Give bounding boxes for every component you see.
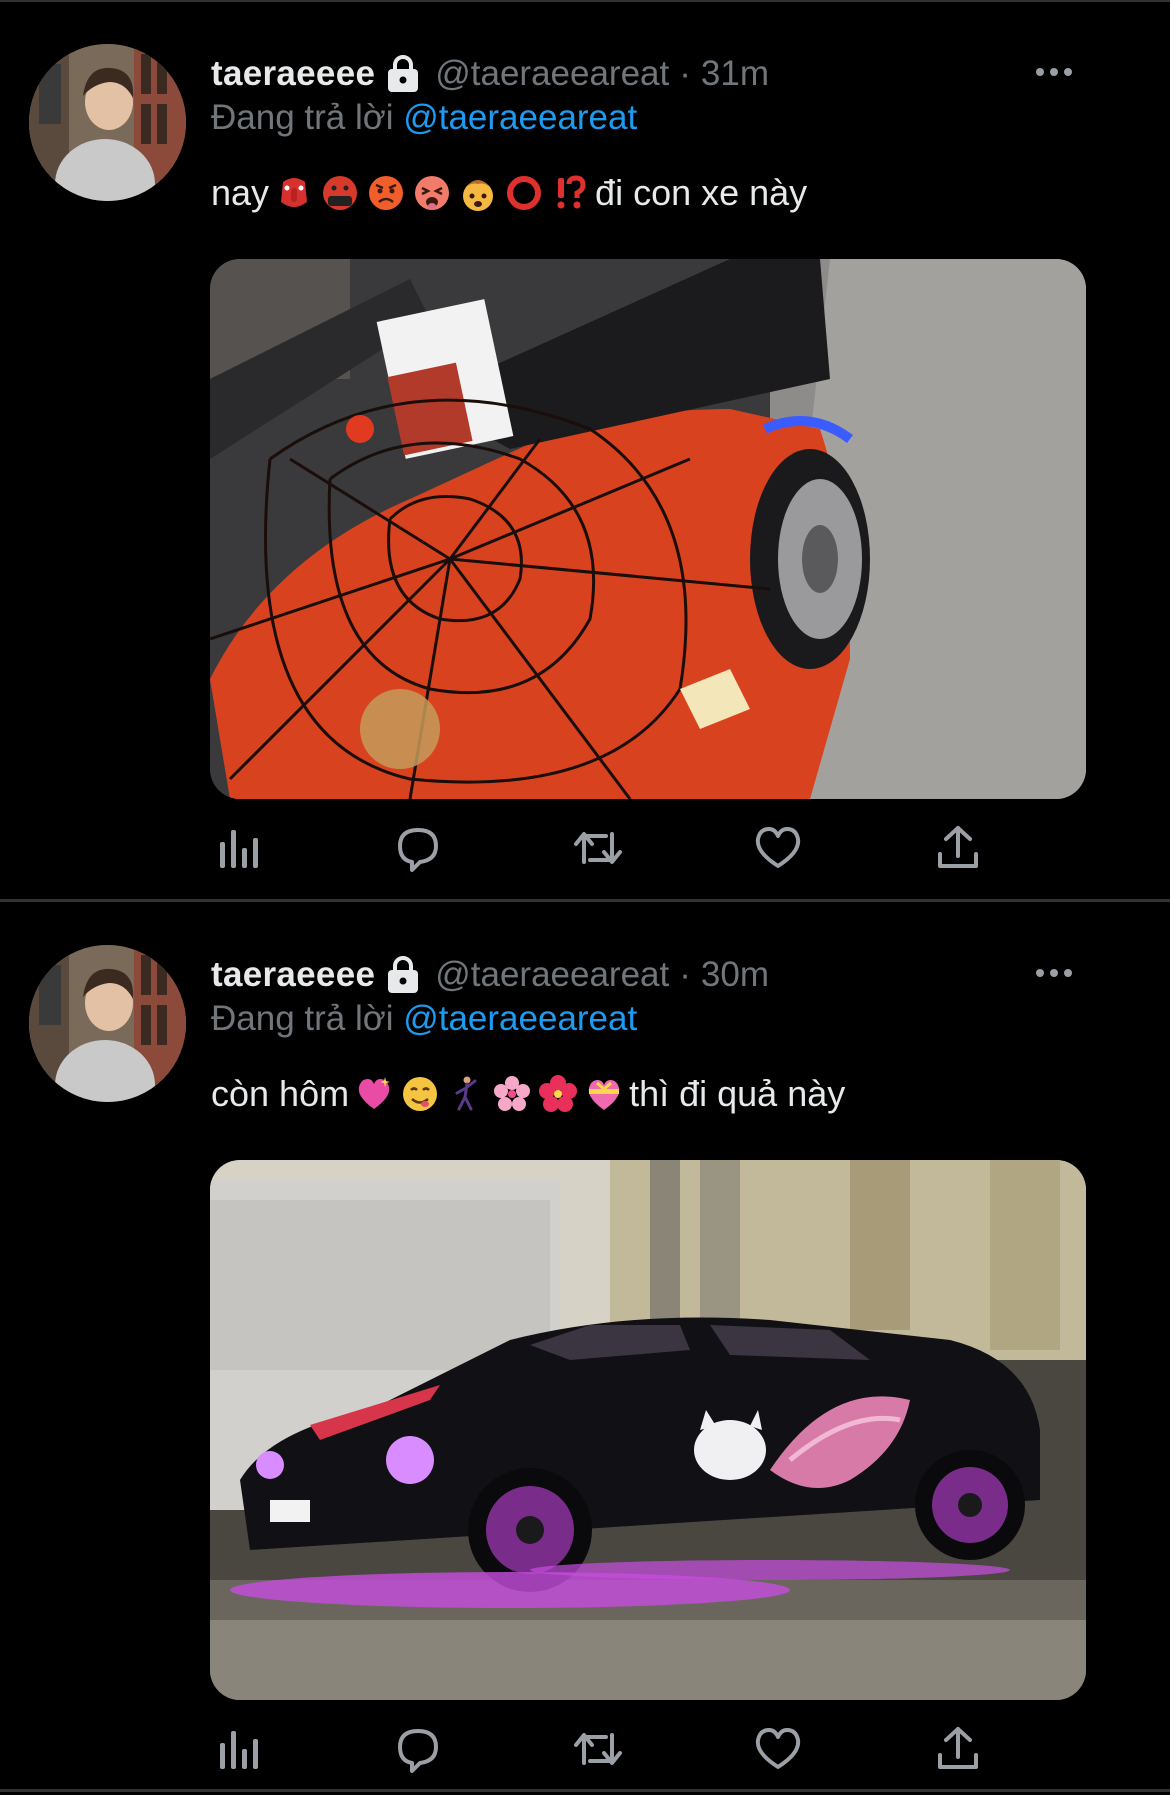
reply-mention-link[interactable]: @taeraeeareat [403,999,637,1038]
tweet-text: còn hôm thì đi quả này [211,1073,845,1115]
avatar[interactable] [29,945,186,1102]
tweet-text: nay đi con xe này [211,172,807,214]
display-name[interactable]: taeraeeee [211,54,375,94]
cursing-face-icon [321,174,359,212]
dancing-man-icon [447,1075,485,1113]
handle[interactable]: @taeraeeareat [435,955,669,995]
separator-dot: · [679,54,691,93]
tweet-actions [210,822,1010,882]
timestamp[interactable]: 30m [701,955,769,995]
angry-face-icon [367,174,405,212]
more-options-icon[interactable] [1034,60,1074,84]
sparkling-heart-icon [355,1075,393,1113]
tweet-header: taeraeeee @taeraeeareat · 30m [211,950,769,1000]
timestamp[interactable]: 31m [701,54,769,94]
tweet[interactable]: taeraeeee @taeraeeareat · 31m Đang trả l… [0,2,1170,900]
reply-icon[interactable] [392,822,444,874]
tweet-text-before: nay [211,172,270,213]
heart-ribbon-icon [585,1075,623,1113]
tweet-actions [210,1723,1010,1783]
yum-face-icon [401,1075,439,1113]
cherry-blossom-icon [493,1075,531,1113]
reply-context: Đang trả lời @taeraeeareat [211,98,637,138]
display-name[interactable]: taeraeeee [211,955,375,995]
retweet-icon[interactable] [572,822,624,874]
interrobang-icon [551,174,589,212]
tired-face-icon [413,174,451,212]
lock-icon [385,955,421,995]
tweet-text-before: còn hôm [211,1073,350,1114]
reply-prefix: Đang trả lời [211,98,394,137]
views-icon[interactable] [214,1723,266,1775]
tweet-header: taeraeeee @taeraeeareat · 31m [211,49,769,99]
tweet-media-image[interactable] [210,1160,1086,1700]
emoji-row [275,174,589,212]
handle[interactable]: @taeraeeareat [435,54,669,94]
emoji-row [355,1075,623,1113]
reply-icon[interactable] [392,1723,444,1775]
tweet-text-after: thì đi quả này [629,1073,846,1114]
share-icon[interactable] [932,1723,984,1775]
tweet-text-after: đi con xe này [595,172,808,213]
more-options-icon[interactable] [1034,961,1074,985]
reply-mention-link[interactable]: @taeraeeareat [403,98,637,137]
bottom-divider [0,1789,1170,1792]
share-icon[interactable] [932,822,984,874]
red-circle-icon [505,174,543,212]
avatar[interactable] [29,44,186,201]
hibiscus-icon [539,1075,578,1113]
exploding-head-icon [459,174,497,212]
views-icon[interactable] [214,822,266,874]
tweet[interactable]: taeraeeee @taeraeeareat · 30m Đang trả l… [0,903,1170,1795]
tweet-divider [0,899,1170,902]
tengu-icon [275,174,313,212]
retweet-icon[interactable] [572,1723,624,1775]
like-icon[interactable] [752,822,804,874]
separator-dot: · [679,955,691,994]
like-icon[interactable] [752,1723,804,1775]
reply-context: Đang trả lời @taeraeeareat [211,999,637,1039]
lock-icon [385,54,421,94]
reply-prefix: Đang trả lời [211,999,394,1038]
tweet-media-image[interactable] [210,259,1086,799]
